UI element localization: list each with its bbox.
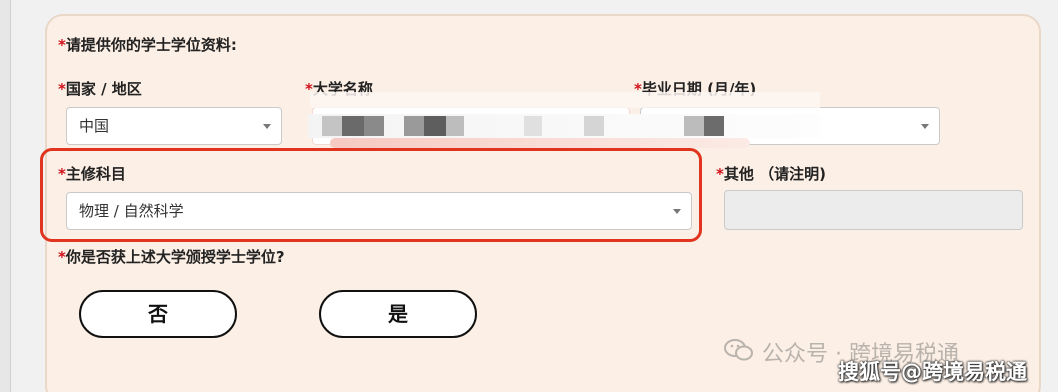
country-select-value: 中国 [79,117,110,135]
highlight-box [40,148,702,242]
blur-red-smear [330,138,750,148]
degree-awarded-question-text: 你是否获上述大学颁授学士学位? [65,248,285,266]
chevron-down-icon [263,124,271,129]
blur-strip [308,114,820,138]
blur-strip-top [310,92,820,108]
chevron-down-icon [921,124,929,129]
mosaic-block [364,116,384,136]
required-mark: * [58,248,66,266]
mosaic-block [342,116,364,136]
section-title-text: 请提供你的学士学位资料: [65,36,237,54]
mosaic-block [524,116,542,136]
mosaic-block [684,116,704,136]
other-input[interactable] [724,190,1023,230]
mosaic-block [704,116,724,136]
country-select[interactable]: 中国 [66,107,282,145]
required-mark: * [716,165,724,183]
section-title: *请提供你的学士学位资料: [58,34,237,55]
required-mark: * [58,36,66,54]
other-label-text: 其他 （请注明) [723,165,826,183]
degree-awarded-question: *你是否获上述大学颁授学士学位? [58,246,285,267]
watermark-sohu: 搜狐号@跨境易税通 [838,360,1027,384]
country-label-text: 国家 / 地区 [65,80,142,98]
country-label: *国家 / 地区 [58,78,142,99]
no-button[interactable]: 否 [79,290,237,338]
screenshot-stage: *请提供你的学士学位资料: *国家 / 地区 中国 *大学名称 *毕业日期 (月… [0,0,1058,392]
mosaic-block [584,116,604,136]
mosaic-block [446,116,464,136]
left-scroll-edge [0,0,11,392]
mosaic-block [404,116,424,136]
required-mark: * [58,80,66,98]
mosaic-block [322,116,342,136]
wechat-icon [724,339,753,361]
yes-button[interactable]: 是 [319,290,477,338]
mosaic-block [424,116,446,136]
other-label: *其他 （请注明) [716,163,826,184]
